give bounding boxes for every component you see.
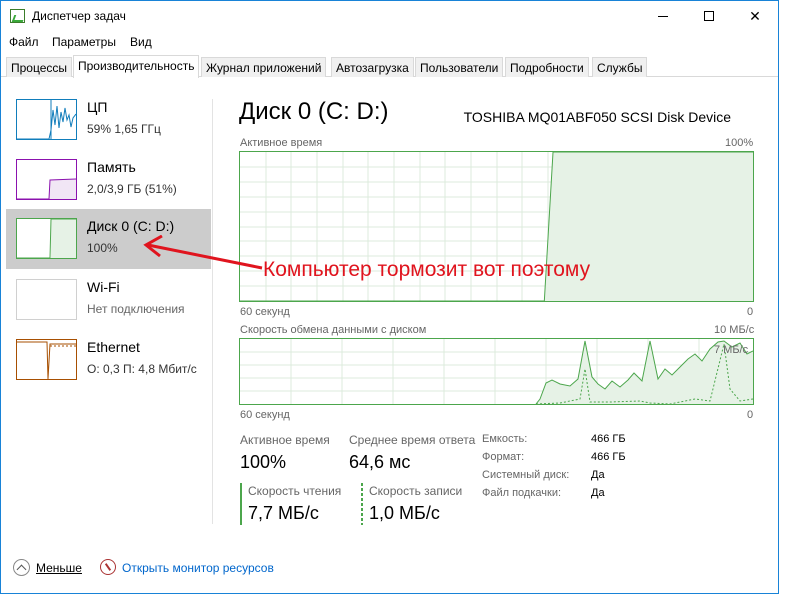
tab-strip: Процессы Производительность Журнал прило… [1,55,778,78]
cpu-mini-graph [17,100,76,139]
sidebar-wifi-sub: Нет подключения [87,302,185,316]
active-time-x-end: 0 [747,306,754,318]
format-value: 466 ГБ [591,451,626,463]
minimize-button[interactable] [640,1,686,31]
close-icon: ✕ [749,7,761,24]
fewer-details-button[interactable]: Меньше [36,561,82,575]
close-button[interactable]: ✕ [732,1,778,31]
transfer-chart-max: 10 МБ/с [714,324,755,336]
minimize-icon [658,15,668,17]
write-speed-label: Скорость записи [369,484,463,498]
disk-model: TOSHIBA MQ01ABF050 SCSI Disk Device [463,109,731,125]
capacity-value: 466 ГБ [591,433,626,445]
tab-app-history[interactable]: Журнал приложений [201,57,327,77]
ethernet-thumbnail [16,339,77,380]
capacity-label: Емкость: [482,433,528,445]
transfer-chart-label: Скорость обмена данными с диском [240,324,427,336]
window-title: Диспетчер задач [32,9,126,23]
disk-title: Диск 0 (C: D:) [239,98,389,125]
system-disk-label: Системный диск: [482,469,570,481]
tab-services[interactable]: Службы [592,57,648,77]
transfer-rate-chart: 7 МБ/с [239,338,754,405]
sidebar-divider [212,99,213,524]
sidebar-item-cpu[interactable]: ЦП 59% 1,65 ГГц [6,90,211,150]
sidebar-item-memory[interactable]: Память 2,0/3,9 ГБ (51%) [6,150,211,210]
tab-startup[interactable]: Автозагрузка [331,57,414,77]
read-speed-bar [240,483,242,525]
format-label: Формат: [482,451,525,463]
title-bar[interactable]: Диспетчер задач ✕ [1,1,778,31]
avg-response-stat-label: Среднее время ответа [349,433,476,447]
sidebar-memory-title: Память [87,159,136,175]
transfer-x-end: 0 [747,409,754,421]
memory-mini-graph [17,178,76,199]
active-time-stat-label: Активное время [240,433,330,447]
read-speed-value: 7,7 МБ/с [248,503,319,523]
page-file-value: Да [591,487,605,499]
page-file-label: Файл подкачки: [482,487,562,499]
tab-users[interactable]: Пользователи [415,57,504,77]
chevron-up-icon[interactable] [13,559,30,576]
memory-thumbnail [16,159,77,200]
transfer-x-label: 60 секунд [240,409,290,421]
sidebar-item-ethernet[interactable]: Ethernet О: 0,3 П: 4,8 Мбит/с [6,330,211,390]
sidebar-ethernet-sub: О: 0,3 П: 4,8 Мбит/с [87,362,197,376]
annotation-text: Компьютер тормозит вот поэтому [263,258,591,281]
open-resource-monitor-link[interactable]: Открыть монитор ресурсов [122,561,274,575]
write-speed-value: 1,0 МБ/с [369,503,440,523]
menu-file[interactable]: Файл [9,35,39,49]
avg-response-stat-value: 64,6 мс [349,452,411,472]
sidebar-disk-sub: 100% [87,241,118,255]
menu-view[interactable]: Вид [130,35,152,49]
sidebar-cpu-title: ЦП [87,99,108,115]
transfer-rate-graph [240,339,754,405]
active-time-chart-max: 100% [725,137,754,149]
wifi-thumbnail [16,279,77,320]
read-speed-label: Скорость чтения [248,484,342,498]
ethernet-mini-graph [17,341,76,379]
transfer-chart-inner-max: 7 МБ/с [714,344,749,356]
menu-bar: Файл Параметры Вид [1,32,778,52]
disk-mini-graph [17,219,76,258]
sidebar-disk-title: Диск 0 (C: D:) [87,218,175,234]
task-manager-window: Диспетчер задач ✕ Файл Параметры Вид Про… [0,0,779,594]
resource-monitor-icon[interactable] [100,559,116,575]
active-time-x-label: 60 секунд [240,306,290,318]
footer: Меньше Открыть монитор ресурсов [1,557,778,582]
sidebar-wifi-title: Wi-Fi [87,279,120,295]
tab-details[interactable]: Подробности [505,57,589,77]
maximize-button[interactable] [686,1,732,31]
sidebar-memory-sub: 2,0/3,9 ГБ (51%) [87,182,177,196]
tab-performance[interactable]: Производительность [73,55,200,78]
maximize-icon [704,11,714,21]
active-time-stat-value: 100% [240,452,287,472]
cpu-thumbnail [16,99,77,140]
sidebar-ethernet-title: Ethernet [87,339,140,355]
task-manager-icon [10,9,25,23]
sidebar-item-wifi[interactable]: Wi-Fi Нет подключения [6,270,211,330]
write-speed-bar [361,483,363,525]
annotation-arrow [143,235,263,270]
tab-processes[interactable]: Процессы [6,57,73,77]
menu-options[interactable]: Параметры [52,35,116,49]
disk-thumbnail [16,218,77,259]
active-time-chart-label: Активное время [240,137,323,149]
system-disk-value: Да [591,469,605,481]
sidebar-cpu-sub: 59% 1,65 ГГц [87,122,161,136]
